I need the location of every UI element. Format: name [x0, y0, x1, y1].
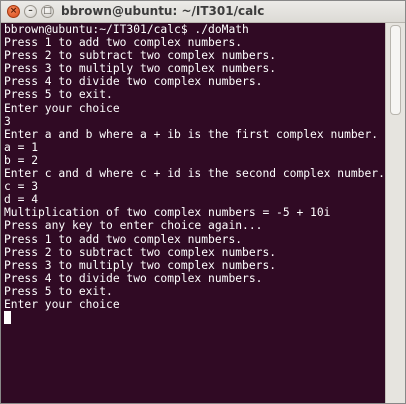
- text-cursor: [4, 311, 11, 325]
- scrollbar-thumb[interactable]: [390, 25, 401, 115]
- terminal-line: b = 2: [4, 153, 39, 167]
- terminal-line: Press any key to enter choice again...: [4, 219, 263, 233]
- terminal-line: Press 1 to add two complex numbers.: [4, 232, 243, 246]
- terminal-line: Press 3 to multiply two complex numbers.: [4, 258, 277, 272]
- terminal-line: a = 1: [4, 140, 39, 154]
- vertical-scrollbar[interactable]: [385, 23, 405, 403]
- terminal-line: Press 3 to multiply two complex numbers.: [4, 62, 277, 76]
- terminal-line: Enter your choice: [4, 101, 120, 115]
- terminal-output[interactable]: bbrown@ubuntu:~/IT301/calc$ ./doMath Pre…: [4, 23, 384, 403]
- terminal-line: Press 2 to subtract two complex numbers.: [4, 245, 277, 259]
- close-icon[interactable]: ×: [7, 5, 20, 18]
- window-title: bbrown@ubuntu: ~/IT301/calc: [61, 4, 265, 18]
- terminal-line: Press 2 to subtract two complex numbers.: [4, 49, 277, 63]
- terminal-line: Press 5 to exit.: [4, 88, 113, 102]
- terminal-line: 3: [4, 114, 11, 128]
- terminal-line: Enter your choice: [4, 297, 120, 311]
- terminal-line: Press 4 to divide two complex numbers.: [4, 75, 263, 89]
- terminal-line: Enter c and d where c + id is the second…: [4, 167, 384, 181]
- terminal-line: bbrown@ubuntu:~/IT301/calc$ ./doMath: [4, 23, 249, 36]
- title-bar[interactable]: × – □ bbrown@ubuntu: ~/IT301/calc: [1, 1, 405, 23]
- maximize-icon[interactable]: □: [41, 5, 54, 18]
- terminal-cursor-line: [4, 311, 384, 325]
- terminal-line: Multiplication of two complex numbers = …: [4, 206, 331, 220]
- terminal-window: × – □ bbrown@ubuntu: ~/IT301/calc bbrown…: [0, 0, 406, 404]
- terminal-line: Enter a and b where a + ib is the first …: [4, 127, 379, 141]
- terminal-line: Press 5 to exit.: [4, 284, 113, 298]
- terminal-line: c = 3: [4, 180, 39, 194]
- terminal-line: d = 4: [4, 193, 39, 207]
- minimize-icon[interactable]: –: [24, 5, 37, 18]
- terminal-line: Press 4 to divide two complex numbers.: [4, 271, 263, 285]
- terminal-line: Press 1 to add two complex numbers.: [4, 36, 243, 50]
